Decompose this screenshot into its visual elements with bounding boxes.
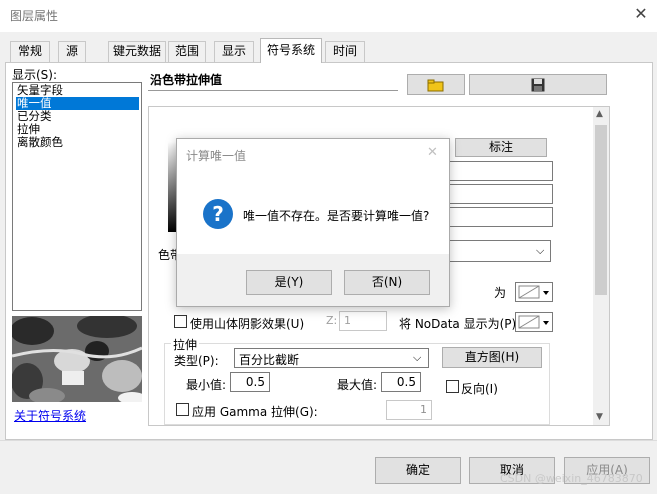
histogram-button[interactable]: 直方图(H) — [442, 347, 542, 368]
z-label: Z: — [326, 314, 338, 327]
chevron-down-icon: ⌵ — [536, 244, 545, 257]
save-button[interactable] — [469, 74, 607, 95]
section-heading: 沿色带拉伸值 — [150, 73, 223, 87]
stretch-group-label: 拉伸 — [171, 336, 200, 353]
color-swatch-icon — [518, 285, 549, 299]
hillshade-label: 使用山体阴影效果(U) — [190, 317, 305, 331]
floppy-disk-icon — [531, 78, 545, 95]
symbology-preview-image — [12, 316, 142, 402]
color-swatch-icon — [518, 315, 549, 329]
stretch-type-label: 类型(P): — [174, 354, 219, 368]
about-symbology-link[interactable]: 关于符号系统 — [14, 407, 86, 424]
scroll-up-icon[interactable]: ▲ — [596, 109, 603, 119]
dialog-message: 唯一值不存在。是否要计算唯一值? — [243, 209, 430, 223]
renderer-list[interactable]: 矢量字段 唯一值 已分类 拉伸 离散颜色 — [12, 82, 142, 311]
gamma-label: 应用 Gamma 拉伸(G): — [192, 405, 318, 419]
layer-properties-window: 图层属性 ✕ 常规 源 键元数据 范围 显示 符号系统 时间 显示(S): 矢量… — [0, 0, 657, 494]
heading-divider — [148, 90, 398, 91]
nodata-color-picker[interactable] — [515, 282, 553, 302]
dialog-title: 计算唯一值 — [186, 149, 247, 163]
vertical-scrollbar[interactable]: ▲ ▼ — [593, 107, 609, 425]
compute-unique-values-dialog: 计算唯一值 ✕ ? 唯一值不存在。是否要计算唯一值? 是(Y) 否(N) — [176, 138, 450, 307]
no-button[interactable]: 否(N) — [344, 270, 430, 295]
invert-checkbox[interactable] — [446, 380, 459, 393]
color-ramp-select[interactable]: ⌵ — [447, 240, 551, 262]
label-field-2[interactable] — [447, 184, 553, 204]
invert-label: 反向(I) — [461, 382, 498, 396]
tab-source[interactable]: 源 — [58, 41, 86, 62]
tab-display[interactable]: 显示 — [214, 41, 254, 62]
label-field-1[interactable] — [447, 161, 553, 181]
chevron-down-icon: ⌵ — [413, 351, 422, 364]
scroll-down-icon[interactable]: ▼ — [596, 412, 603, 422]
dialog-close-icon[interactable]: ✕ — [427, 145, 438, 160]
scrollbar-thumb[interactable] — [595, 125, 607, 295]
open-folder-button[interactable] — [407, 74, 465, 95]
nodata-display-color-picker[interactable] — [515, 312, 553, 332]
folder-icon — [427, 79, 445, 95]
tab-key-metadata[interactable]: 键元数据 — [108, 41, 166, 62]
stretch-type-value: 百分比截断 — [239, 353, 300, 367]
list-item[interactable]: 离散颜色 — [16, 136, 139, 149]
close-icon[interactable]: ✕ — [630, 3, 652, 25]
tab-symbology[interactable]: 符号系统 — [260, 38, 322, 63]
nodata-label: 将 NoData 显示为(P) — [399, 317, 517, 331]
hillshade-checkbox[interactable] — [174, 315, 187, 328]
tab-time[interactable]: 时间 — [325, 41, 365, 62]
z-factor-input[interactable]: 1 — [339, 311, 387, 331]
min-label: 最小值: — [186, 378, 227, 392]
gamma-checkbox[interactable] — [176, 403, 189, 416]
dialog-button-bar: 是(Y) 否(N) — [177, 254, 449, 306]
ok-button[interactable]: 确定 — [375, 457, 461, 484]
watermark-text: CSDN @weixin_46783870 — [500, 472, 643, 485]
show-label: 显示(S): — [12, 68, 58, 82]
label-field-3[interactable] — [447, 207, 553, 227]
window-title: 图层属性 — [10, 9, 59, 23]
label-button[interactable]: 标注 — [455, 138, 547, 157]
yes-button[interactable]: 是(Y) — [246, 270, 332, 295]
nodata-suffix-label: 为 — [494, 286, 507, 300]
max-value-input[interactable]: 0.5 — [381, 372, 421, 392]
max-label: 最大值: — [337, 378, 378, 392]
gamma-value-input[interactable]: 1 — [386, 400, 432, 420]
tab-general[interactable]: 常规 — [10, 41, 50, 62]
tab-extent[interactable]: 范围 — [168, 41, 206, 62]
min-value-input[interactable]: 0.5 — [230, 372, 270, 392]
footer-divider — [0, 440, 657, 441]
title-bar: 图层属性 ✕ — [0, 0, 657, 32]
question-icon: ? — [203, 199, 233, 229]
aerial-preview-picture — [12, 316, 142, 402]
stretch-type-select[interactable]: 百分比截断 ⌵ — [234, 348, 429, 368]
